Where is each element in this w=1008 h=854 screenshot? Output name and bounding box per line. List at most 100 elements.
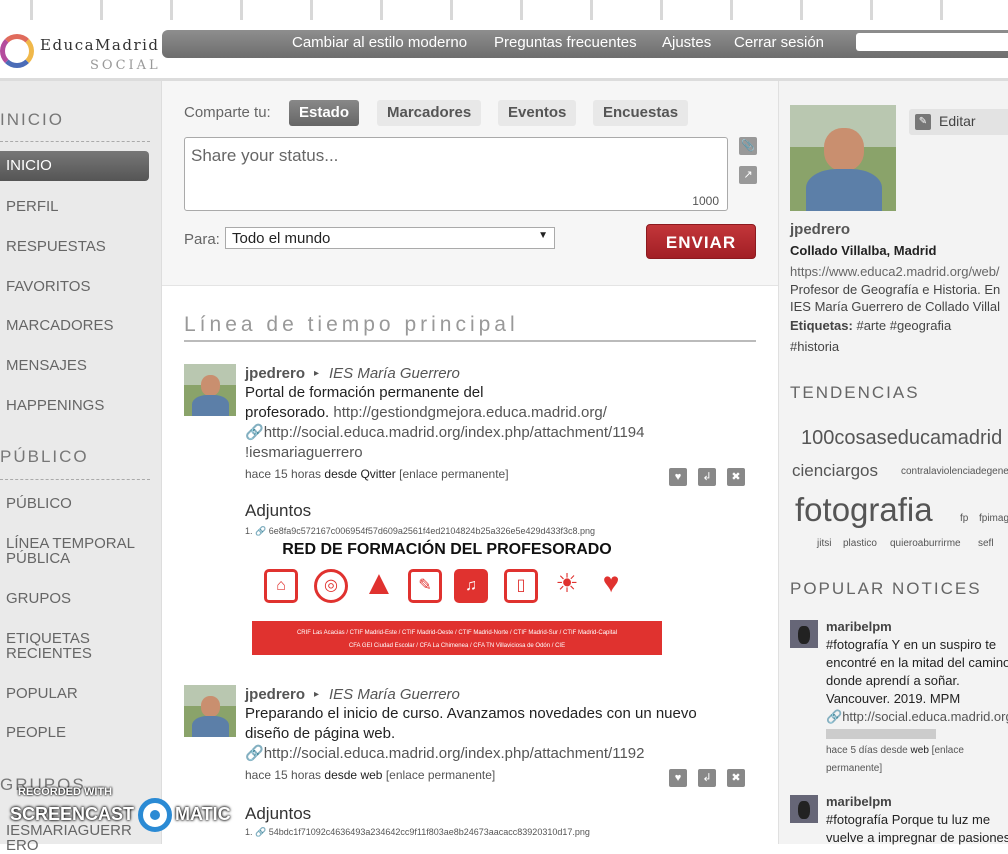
- tab-marcadores[interactable]: Marcadores: [377, 100, 482, 126]
- globe-icon: ◎: [314, 569, 348, 603]
- section-publico: PÚBLICO: [0, 447, 89, 466]
- notice-link[interactable]: http://social.educa.madrid.org/index.php…: [264, 745, 645, 762]
- nav-mensajes[interactable]: MENSAJES: [6, 358, 87, 373]
- avatar[interactable]: [790, 620, 818, 648]
- permalink[interactable]: permanente]: [826, 760, 1008, 778]
- notice-group[interactable]: IES María Guerrero: [329, 686, 460, 703]
- nav-happenings[interactable]: HAPPENINGS: [6, 398, 104, 413]
- watermark-text: MATIC: [175, 804, 231, 824]
- trend-tag[interactable]: jitsi: [817, 538, 831, 549]
- notice-author[interactable]: maribelpm: [826, 793, 1008, 811]
- profile-bio-line: Profesor de Geografía e Historia. En: [790, 282, 1001, 297]
- tab-estado[interactable]: Estado: [289, 100, 360, 126]
- audience-select[interactable]: Todo el mundo ▼: [225, 227, 555, 249]
- sun-icon: ☀: [555, 568, 579, 598]
- notice-time[interactable]: hace 15 horas: [245, 768, 321, 782]
- trend-tag[interactable]: fpimagen: [979, 513, 1008, 524]
- from-label: desde: [324, 467, 358, 481]
- educamadrid-logo[interactable]: EducaMadrid SOCIAL: [0, 24, 158, 74]
- trend-tag[interactable]: 100cosaseducamadrid: [801, 427, 1002, 450]
- tags-label: Etiquetas:: [790, 318, 853, 333]
- notice-text-line: Preparando el inicio de curso. Avanzamos…: [245, 705, 697, 722]
- notice-author[interactable]: maribelpm: [826, 618, 1008, 636]
- attachment-image[interactable]: RED DE FORMACIÓN DEL PROFESORADO ⌂ ◎ ▲ ✎…: [252, 539, 662, 657]
- nav-respuestas[interactable]: RESPUESTAS: [6, 239, 106, 254]
- notice-author[interactable]: jpedrero: [245, 365, 305, 382]
- nav-favoritos[interactable]: FAVORITOS: [6, 279, 90, 294]
- tab-encuestas[interactable]: Encuestas: [593, 100, 689, 126]
- notice-time[interactable]: hace 15 horas: [245, 467, 321, 481]
- pencil-icon: ✎: [915, 114, 931, 130]
- profile-url[interactable]: https://www.educa2.madrid.org/web/: [790, 264, 1000, 279]
- tag-link[interactable]: #arte: [856, 318, 886, 333]
- nav-grupos[interactable]: GRUPOS: [6, 591, 71, 606]
- notice-link[interactable]: http://social.educa.madrid.org: [842, 709, 1008, 724]
- avatar[interactable]: [184, 364, 236, 416]
- attachment-item[interactable]: 1. 🔗 6e8fa9c572167c006954f57d609a2561f4e…: [245, 526, 595, 537]
- nav-perfil[interactable]: PERFIL: [6, 199, 59, 214]
- notice-time[interactable]: hace 5 días: [826, 745, 878, 756]
- permalink[interactable]: [enlace permanente]: [399, 467, 508, 481]
- favorite-icon[interactable]: ♥: [669, 468, 687, 486]
- nav-etiquetas-recientes[interactable]: ETIQUETAS RECIENTES: [6, 631, 116, 661]
- delete-icon[interactable]: ✖: [727, 769, 745, 787]
- link-settings[interactable]: Ajustes: [662, 34, 711, 51]
- header: EducaMadrid SOCIAL Cambiar al estilo mod…: [0, 14, 1008, 80]
- status-textarea[interactable]: Share your status... 1000: [184, 137, 728, 211]
- avatar[interactable]: [184, 685, 236, 737]
- audience-value: Todo el mundo: [232, 230, 331, 247]
- permalink[interactable]: [enlace permanente]: [386, 768, 495, 782]
- send-button[interactable]: ENVIAR: [646, 224, 756, 259]
- location-pin-icon[interactable]: ↗: [739, 166, 757, 184]
- music-icon: ♫: [454, 569, 488, 603]
- trend-tag[interactable]: cienciargos: [792, 461, 878, 481]
- attachment-file[interactable]: 6e8fa9c572167c006954f57d609a2561f4ed2104…: [269, 526, 595, 536]
- notice-link[interactable]: http://gestiondgmejora.educa.madrid.org/: [333, 404, 607, 421]
- nav-popular[interactable]: POPULAR: [6, 686, 78, 701]
- group-tag[interactable]: !iesmariaguerrero: [245, 443, 665, 463]
- reply-icon[interactable]: ↲: [698, 468, 716, 486]
- nav-people[interactable]: PEOPLE: [6, 725, 66, 740]
- delete-icon[interactable]: ✖: [727, 468, 745, 486]
- tag-link[interactable]: #historia: [790, 339, 839, 354]
- trend-tag[interactable]: sefl: [978, 538, 994, 549]
- trend-tag[interactable]: contralaviolenciadegenero: [901, 466, 1008, 477]
- sidebar: INICIO INICIO PERFIL RESPUESTAS FAVORITO…: [0, 81, 162, 853]
- horizontal-scrollbar[interactable]: [826, 729, 936, 739]
- nav-marcadores[interactable]: MARCADORES: [6, 318, 114, 333]
- profile-nick[interactable]: jpedrero: [790, 221, 850, 238]
- nav-publico[interactable]: PÚBLICO: [6, 496, 72, 511]
- search-input[interactable]: [856, 33, 1008, 51]
- link-logout[interactable]: Cerrar sesión: [734, 34, 824, 51]
- trends-title: TENDENCIAS: [790, 383, 920, 402]
- trend-tag[interactable]: fp: [960, 513, 968, 524]
- notice-author[interactable]: jpedrero: [245, 686, 305, 703]
- tab-eventos[interactable]: Eventos: [498, 100, 577, 126]
- profile-avatar[interactable]: [790, 105, 896, 211]
- attachment-item[interactable]: 1. 🔗 54bdc1f71092c4636493a234642cc9f11f8…: [245, 827, 590, 838]
- reply-icon[interactable]: ↲: [698, 769, 716, 787]
- favorite-icon[interactable]: ♥: [669, 769, 687, 787]
- nav-linea-temporal-publica[interactable]: LÍNEA TEMPORAL PÚBLICA: [6, 536, 146, 566]
- edit-profile-button[interactable]: ✎ Editar: [909, 109, 1008, 135]
- notice-link[interactable]: http://social.educa.madrid.org/index.php…: [264, 424, 645, 441]
- banner-title: RED DE FORMACIÓN DEL PROFESORADO: [282, 541, 612, 558]
- tag-link[interactable]: #geografia: [890, 318, 951, 333]
- attach-icon[interactable]: 📎: [739, 137, 757, 155]
- avatar[interactable]: [790, 795, 818, 823]
- link-modern-style[interactable]: Cambiar al estilo moderno: [292, 34, 467, 51]
- nav-inicio[interactable]: INICIO: [0, 151, 149, 181]
- arrow-right-icon: ▸: [314, 689, 320, 700]
- trend-tag[interactable]: plastico: [843, 538, 877, 549]
- watermark-text: RECORDED WITH: [18, 786, 113, 798]
- notice-group[interactable]: IES María Guerrero: [329, 365, 460, 382]
- permalink[interactable]: [enlace: [932, 745, 964, 756]
- notice-meta: hace 15 horas desde Qvitter [enlace perm…: [245, 467, 509, 481]
- trend-tag[interactable]: fotografia: [795, 491, 933, 529]
- notice-source: web: [910, 745, 929, 756]
- attachment-file[interactable]: 54bdc1f71092c4636493a234642cc9f11f803ae8…: [269, 827, 590, 837]
- logo-name: EducaMadrid: [40, 36, 160, 54]
- link-faq[interactable]: Preguntas frecuentes: [494, 34, 637, 51]
- trend-tag[interactable]: quieroaburrirme: [890, 538, 961, 549]
- banner-footer: CRIF Las Acacias / CTIF Madrid-Este / CT…: [252, 621, 662, 655]
